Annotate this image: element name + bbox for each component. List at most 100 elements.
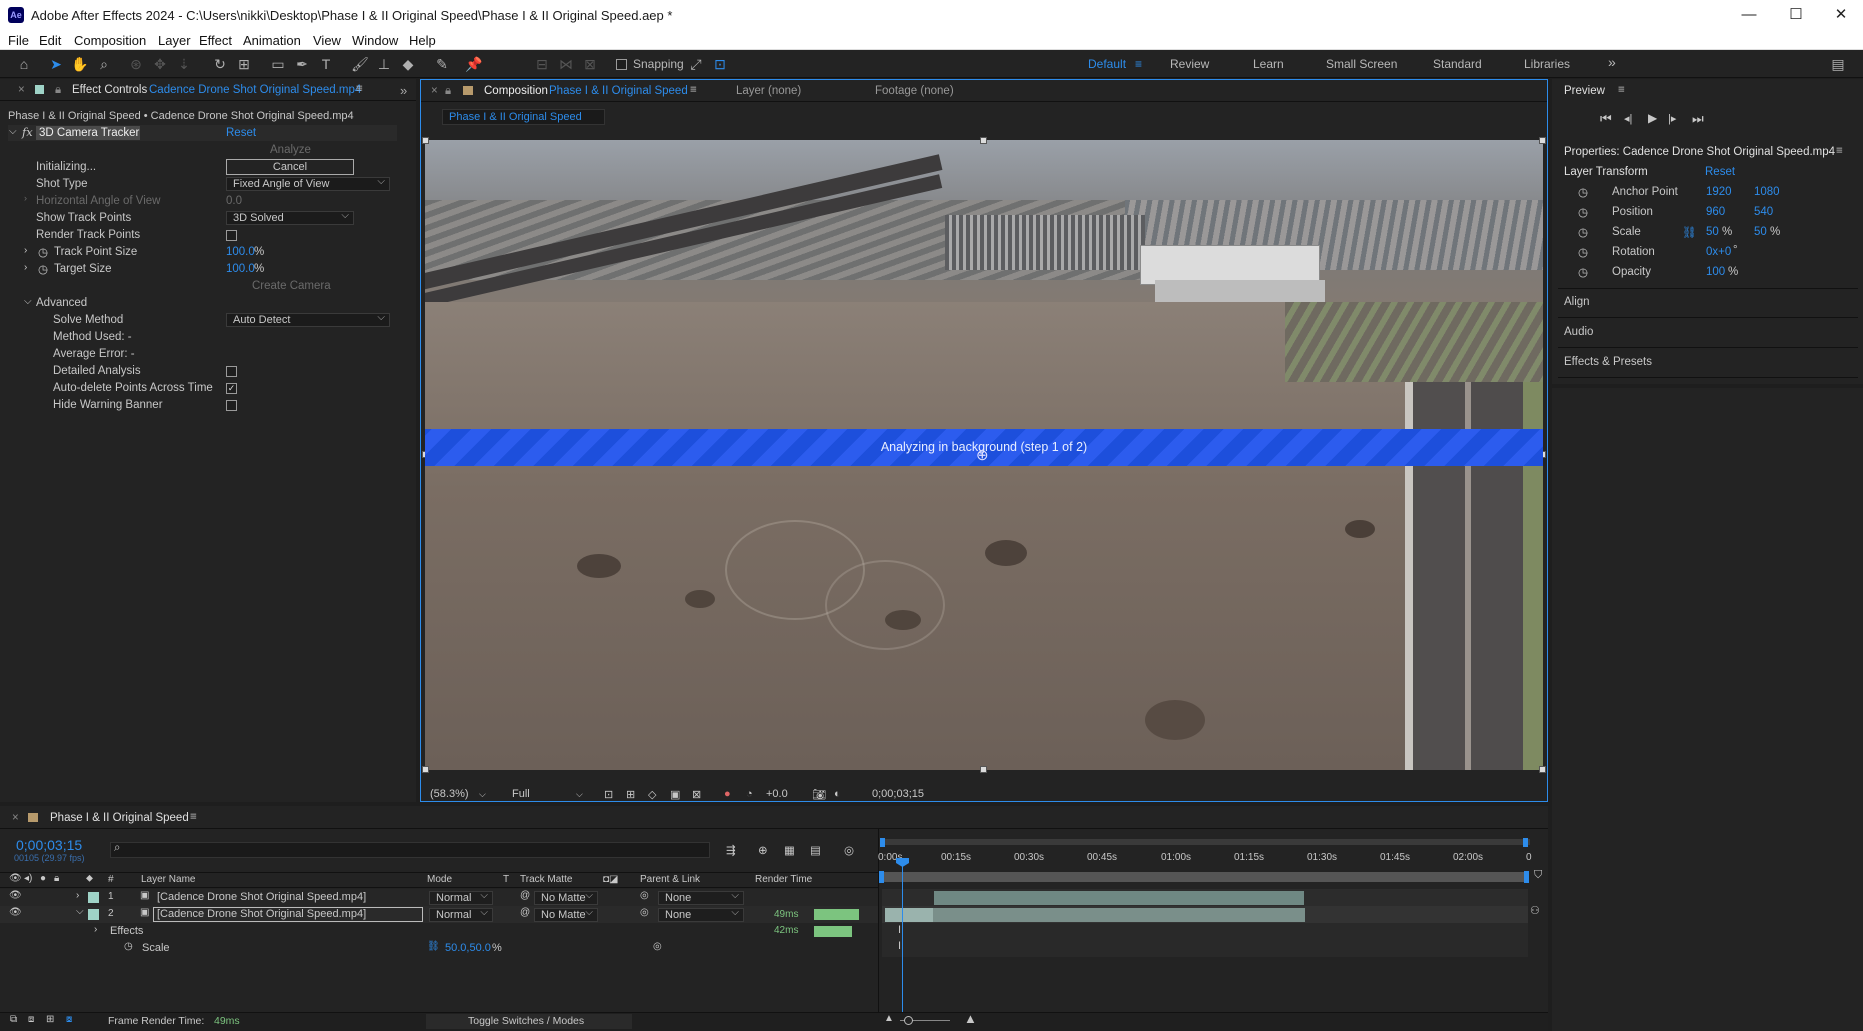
workspace-small-screen[interactable]: Small Screen bbox=[1326, 57, 1397, 71]
composition-tab-name[interactable]: Phase I & II Original Speed bbox=[549, 85, 688, 97]
dolly-camera-icon[interactable]: ⇣ bbox=[174, 54, 194, 74]
eraser-tool-icon[interactable]: ◆ bbox=[398, 54, 418, 74]
magnification-select[interactable]: (58.3%) bbox=[430, 788, 469, 800]
search-help-icon[interactable]: ▤ bbox=[1828, 54, 1848, 74]
anchor-point-y[interactable]: 1080 bbox=[1754, 186, 1780, 198]
toggle-switches-modes-button[interactable]: Toggle Switches / Modes bbox=[468, 1015, 584, 1027]
collapse-arrow-icon[interactable]: ⌵ bbox=[24, 296, 32, 307]
transform-handle[interactable] bbox=[422, 137, 429, 144]
in-out-icon[interactable]: ⊞ bbox=[46, 1014, 54, 1025]
current-time-indicator[interactable] bbox=[902, 858, 903, 1023]
stopwatch-icon[interactable]: ◷ bbox=[38, 262, 48, 276]
layer-marker-icon[interactable]: ⚇ bbox=[1530, 904, 1540, 917]
stopwatch-icon[interactable]: ◷ bbox=[1578, 185, 1588, 199]
workspace-menu-icon[interactable]: ≡ bbox=[1135, 57, 1142, 71]
menu-layer[interactable]: Layer bbox=[158, 33, 191, 48]
snapping-checkbox[interactable] bbox=[616, 59, 627, 70]
track-matte-pickwhip-icon[interactable]: @ bbox=[520, 907, 530, 918]
workspace-learn[interactable]: Learn bbox=[1253, 57, 1284, 71]
navigator-end-handle[interactable] bbox=[1523, 838, 1528, 847]
work-area-bar[interactable] bbox=[882, 872, 1528, 882]
render-track-points-checkbox[interactable] bbox=[226, 230, 237, 241]
menu-effect[interactable]: Effect bbox=[199, 33, 232, 48]
expand-arrow-icon[interactable]: › bbox=[24, 262, 27, 273]
stopwatch-icon[interactable]: ◷ bbox=[1578, 225, 1588, 239]
transform-handle[interactable] bbox=[980, 137, 987, 144]
anchor-point-icon[interactable]: ⊕ bbox=[976, 446, 989, 464]
workspace-libraries[interactable]: Libraries bbox=[1524, 57, 1570, 71]
lock-icon[interactable]: 🔒︎ bbox=[55, 84, 61, 97]
hfov-value[interactable]: 0.0 bbox=[226, 195, 242, 207]
render-time-toggle-icon[interactable]: ⧇ bbox=[66, 1014, 72, 1025]
align-left-icon[interactable]: ⊟ bbox=[532, 54, 552, 74]
layer-name-header[interactable]: Layer Name bbox=[141, 874, 195, 885]
comp-marker-icon[interactable]: ⛉ bbox=[1534, 869, 1542, 882]
analyze-button[interactable]: Analyze bbox=[270, 144, 311, 156]
work-area-end[interactable] bbox=[1524, 871, 1529, 883]
rotate-tool-icon[interactable]: ↻ bbox=[210, 54, 230, 74]
layer-name[interactable]: [Cadence Drone Shot Original Speed.mp4] bbox=[157, 908, 366, 920]
transform-handle[interactable] bbox=[422, 766, 429, 773]
zoom-out-icon[interactable]: ▲ bbox=[884, 1013, 894, 1024]
transform-handle[interactable] bbox=[1539, 766, 1546, 773]
eye-icon[interactable]: 👁︎ bbox=[9, 907, 22, 918]
transfer-controls-icon[interactable]: ⧈ bbox=[28, 1014, 34, 1025]
position-x[interactable]: 960 bbox=[1706, 206, 1725, 218]
show-snapshot-icon[interactable]: ◐ bbox=[834, 788, 841, 800]
parent-select[interactable]: None bbox=[658, 907, 744, 922]
transparency-grid-icon[interactable]: ⊞ bbox=[626, 788, 635, 801]
layer-2-duration-bar[interactable] bbox=[885, 908, 1305, 922]
work-area-navigator[interactable] bbox=[882, 839, 1530, 845]
constrain-proportions-icon[interactable]: ⛓︎ bbox=[1682, 225, 1697, 239]
close-button[interactable]: ✕ bbox=[1826, 4, 1856, 26]
layer-mode-select[interactable]: Normal bbox=[429, 890, 493, 905]
keyframe-marker-icon[interactable]: I bbox=[898, 924, 901, 936]
hide-warning-checkbox[interactable] bbox=[226, 400, 237, 411]
pen-tool-icon[interactable]: ✒ bbox=[292, 54, 312, 74]
guides-icon[interactable]: ▣ bbox=[670, 788, 680, 801]
track-point-size-value[interactable]: 100.0 bbox=[226, 246, 255, 258]
layer-2-trimmed-segment[interactable] bbox=[885, 908, 933, 922]
first-frame-button[interactable]: ⏮ bbox=[1600, 111, 1612, 127]
transform-handle[interactable] bbox=[1539, 137, 1546, 144]
effects-row[interactable]: › Effects 42ms bbox=[0, 923, 878, 940]
channels-icon[interactable]: ● bbox=[724, 788, 731, 800]
scale-x[interactable]: 50 bbox=[1706, 226, 1719, 238]
menu-composition[interactable]: Composition bbox=[74, 33, 146, 48]
frame-blending-icon[interactable]: ▤ bbox=[810, 843, 821, 857]
work-area-start[interactable] bbox=[879, 871, 884, 883]
workspace-overflow[interactable]: » bbox=[1608, 54, 1616, 70]
menu-help[interactable]: Help bbox=[409, 33, 436, 48]
rotation-value[interactable]: 0x+0 bbox=[1706, 246, 1731, 258]
minimize-button[interactable]: — bbox=[1734, 4, 1764, 26]
resolution-select[interactable]: Full bbox=[512, 788, 530, 800]
effects-label[interactable]: Effects bbox=[110, 925, 143, 937]
selection-tool-icon[interactable]: ➤ bbox=[46, 54, 66, 74]
auto-delete-checkbox[interactable]: ✓ bbox=[226, 383, 237, 394]
label-tag-icon[interactable]: ⬥ bbox=[86, 873, 93, 884]
pan-camera-icon[interactable]: ✥ bbox=[150, 54, 170, 74]
effect-name[interactable]: 3D Camera Tracker bbox=[39, 127, 139, 139]
position-y[interactable]: 540 bbox=[1754, 206, 1773, 218]
effect-controls-tab[interactable]: Effect Controls bbox=[72, 84, 147, 96]
scale-property-value[interactable]: 50.0,50.0 bbox=[445, 942, 491, 954]
stopwatch-icon[interactable]: ◷ bbox=[1578, 205, 1588, 219]
rectangle-tool-icon[interactable]: ▭ bbox=[268, 54, 288, 74]
panel-menu-icon[interactable]: ≡ bbox=[190, 811, 197, 823]
workspace-review[interactable]: Review bbox=[1170, 57, 1209, 71]
track-matte-select[interactable]: No Matte bbox=[534, 907, 598, 922]
chevron-down-icon[interactable]: ⌵ bbox=[479, 789, 486, 800]
viewer-timecode[interactable]: 0;00;03;15 bbox=[872, 788, 924, 800]
current-timecode[interactable]: 0;00;03;15 bbox=[16, 837, 82, 853]
stopwatch-icon[interactable]: ◷ bbox=[124, 941, 133, 952]
panel-menu-icon[interactable]: ≡ bbox=[356, 83, 363, 95]
stopwatch-icon[interactable]: ◷ bbox=[1578, 245, 1588, 259]
panel-menu-icon[interactable]: ≡ bbox=[690, 84, 697, 96]
effect-reset-link[interactable]: Reset bbox=[226, 127, 256, 139]
keyframe-marker-icon[interactable]: I bbox=[898, 940, 901, 952]
layer-label-swatch[interactable] bbox=[88, 892, 99, 903]
anchor-tool-icon[interactable]: ⊞ bbox=[234, 54, 254, 74]
grid-icon[interactable]: ⊠ bbox=[692, 788, 701, 801]
clone-stamp-icon[interactable]: ⊥ bbox=[374, 54, 394, 74]
detailed-analysis-checkbox[interactable] bbox=[226, 366, 237, 377]
